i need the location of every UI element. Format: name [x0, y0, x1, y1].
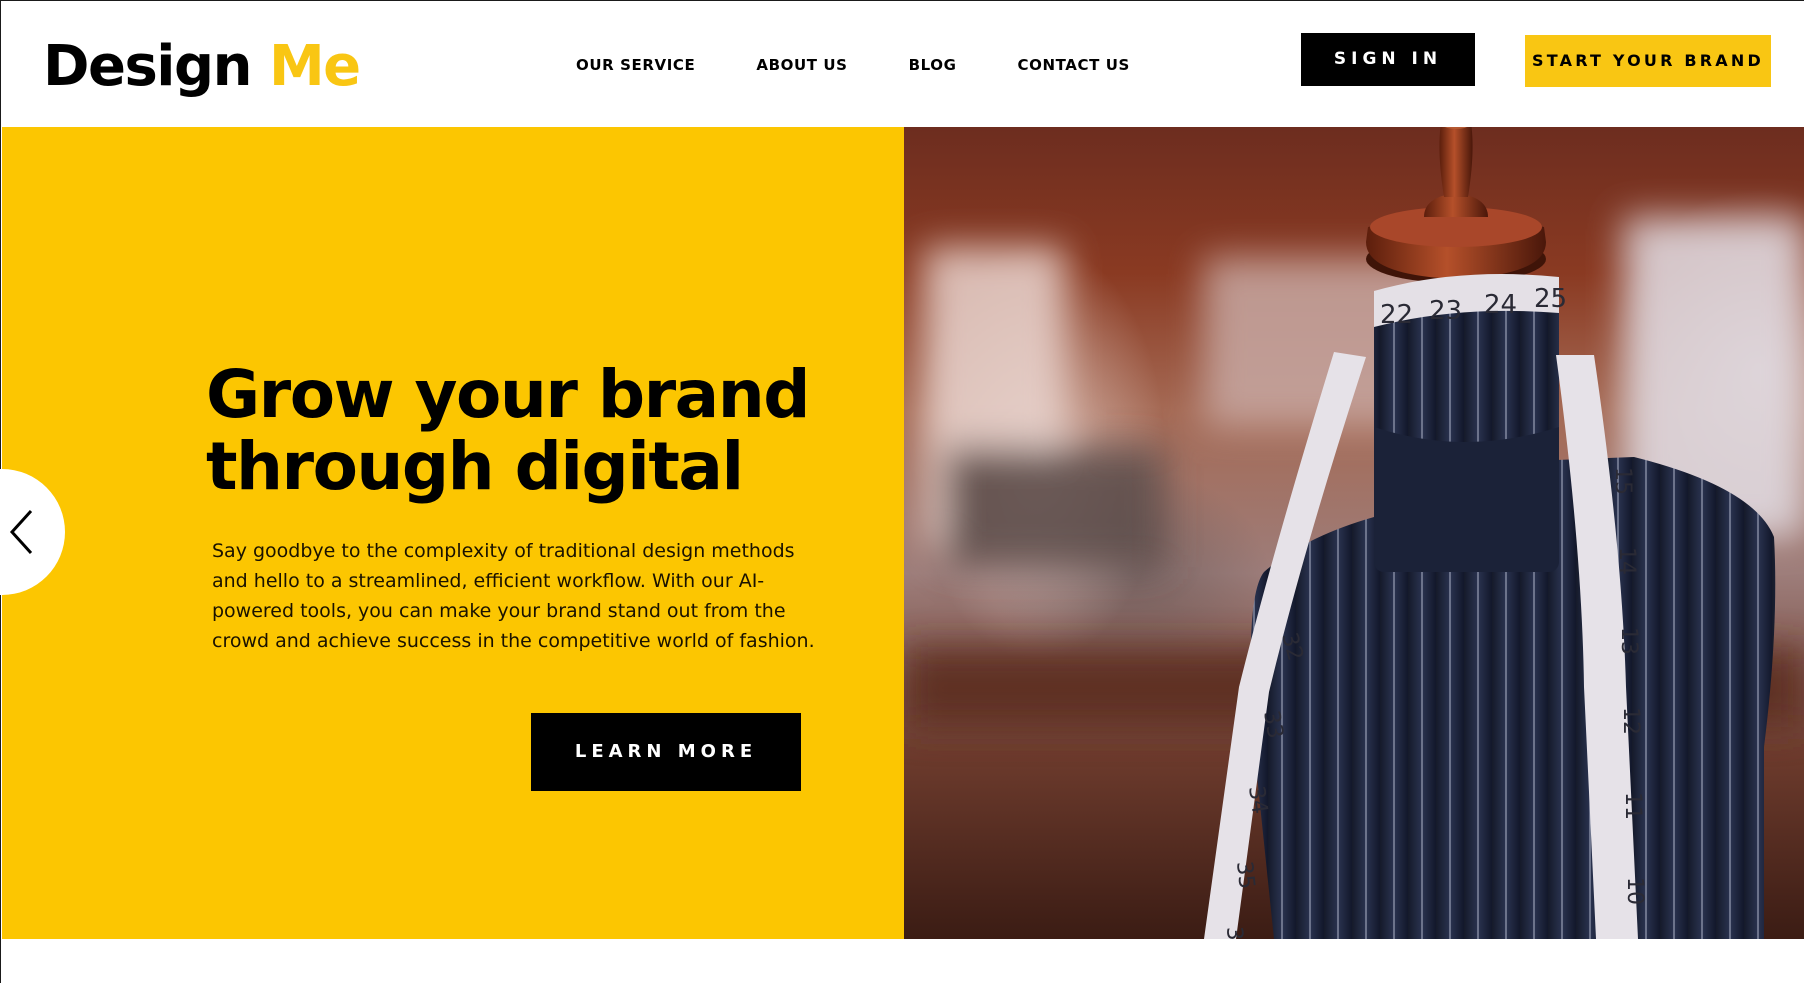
svg-text:25: 25	[1534, 284, 1567, 314]
hero-title-line-1: Grow your brand	[206, 356, 810, 433]
svg-text:24: 24	[1484, 290, 1517, 320]
nav-item-contact-us[interactable]: CONTACT US	[1018, 56, 1130, 74]
svg-text:13: 13	[1616, 627, 1641, 655]
svg-text:34: 34	[1243, 784, 1272, 815]
svg-text:33: 33	[1258, 709, 1287, 741]
nav-item-about-us[interactable]: ABOUT US	[756, 56, 847, 74]
svg-text:36: 36	[1221, 926, 1248, 939]
chevron-left-icon	[9, 509, 33, 555]
svg-text:23: 23	[1429, 296, 1462, 326]
svg-text:22: 22	[1380, 300, 1413, 330]
hero-title: Grow your brand through digital	[206, 359, 846, 503]
mannequin-illustration: 22 23 24 25 32 33 34 35 36 15 14 13 12 1	[904, 127, 1804, 939]
nav-item-blog[interactable]: BLOG	[909, 56, 957, 74]
svg-text:12: 12	[1618, 707, 1643, 735]
svg-text:11: 11	[1620, 792, 1645, 820]
hero-panel: Grow your brand through digital Say good…	[2, 127, 904, 939]
main-nav: OUR SERVICE ABOUT US BLOG CONTACT US	[576, 56, 1130, 74]
svg-text:14: 14	[1614, 547, 1639, 575]
hero-description: Say goodbye to the complexity of traditi…	[212, 540, 815, 652]
brand-logo[interactable]: Design Me	[43, 34, 361, 99]
hero-title-line-2: through digital	[206, 428, 744, 505]
svg-text:35: 35	[1231, 860, 1259, 890]
logo-text-accent: Me	[268, 34, 361, 99]
hero-image: 22 23 24 25 32 33 34 35 36 15 14 13 12 1	[904, 127, 1804, 939]
start-your-brand-button[interactable]: START YOUR BRAND	[1525, 35, 1771, 87]
svg-text:15: 15	[1610, 467, 1635, 495]
logo-text-main: Design	[43, 34, 252, 99]
learn-more-button[interactable]: LEARN MORE	[531, 713, 801, 791]
svg-text:10: 10	[1622, 877, 1647, 905]
nav-item-our-service[interactable]: OUR SERVICE	[576, 56, 695, 74]
page-footer-area	[1, 939, 1804, 983]
sign-in-button[interactable]: SIGN IN	[1301, 33, 1475, 86]
site-header: Design Me OUR SERVICE ABOUT US BLOG CONT…	[1, 1, 1804, 127]
landing-page: Design Me OUR SERVICE ABOUT US BLOG CONT…	[0, 0, 1804, 983]
